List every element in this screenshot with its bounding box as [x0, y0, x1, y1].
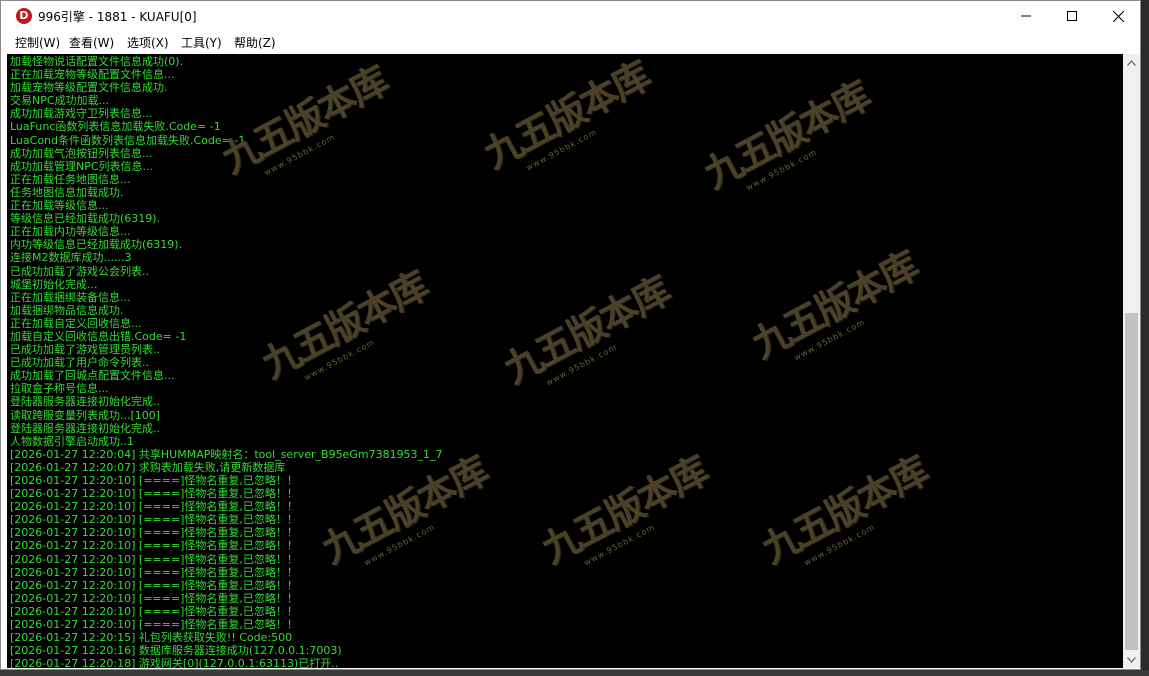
log-line: 城堡初始化完成... [10, 277, 98, 291]
scroll-up-button[interactable] [1123, 54, 1140, 71]
log-line: 连接M2数据库成功......3 [10, 251, 132, 265]
watermark: 九五版本库 www.95bbk.com [754, 447, 935, 572]
window-title: 996引擎 - 1881 - KUAFU[0] [38, 10, 197, 24]
log-line: 正在加载等级信息... [10, 199, 109, 213]
log-line: 读取跨服变量列表成功...[100] [10, 408, 161, 422]
log-line: 正在加载宠物等级配置文件信息... [10, 68, 175, 82]
menu-control[interactable]: 控制(W) [15, 34, 60, 51]
menu-tools[interactable]: 工具(Y) [181, 34, 222, 51]
watermark: 九五版本库 www.95bbk.com [696, 72, 877, 197]
maximize-icon [1067, 11, 1077, 21]
close-icon [1112, 10, 1124, 22]
log-line: 登陆器服务器连接初始化完成.. [10, 421, 160, 435]
app-logo-icon[interactable]: D [16, 8, 32, 24]
log-line: 任务地图信息加载成功. [10, 185, 124, 199]
app-window: D 996引擎 - 1881 - KUAFU[0] 控制(W) 查看(W) 选项… [0, 0, 1141, 670]
close-button[interactable] [1095, 1, 1141, 31]
log-line: [2026-01-27 12:20:10] [====]怪物名重复,已忽略！！ [10, 591, 298, 605]
log-line: 正在加载自定义回收信息... [10, 316, 142, 330]
minimize-button[interactable] [1003, 1, 1049, 31]
log-line: 交易NPC成功加载... [10, 94, 110, 108]
scroll-thumb[interactable] [1125, 313, 1138, 650]
log-line: [2026-01-27 12:20:10] [====]怪物名重复,已忽略！！ [10, 526, 298, 540]
log-line: [2026-01-27 12:20:07] 求购表加载失败,请更新数据库 [10, 460, 286, 474]
log-line: 拉取盒子称号信息... [10, 382, 109, 396]
menu-options[interactable]: 选项(X) [127, 34, 169, 51]
log-line: 已成功加载了游戏管理员列表.. [10, 343, 160, 357]
log-line: [2026-01-27 12:20:10] [====]怪物名重复,已忽略！！ [10, 565, 298, 579]
desktop-background [0, 670, 1149, 676]
chevron-up-icon [1127, 59, 1136, 66]
watermark: 九五版本库 www.95bbk.com [496, 267, 677, 392]
log-line: 加载自定义回收信息出错.Code= -1 [10, 329, 187, 343]
log-line: 内功等级信息已经加载成功(6319). [10, 238, 183, 252]
log-line: [2026-01-27 12:20:10] [====]怪物名重复,已忽略！！ [10, 618, 298, 632]
menu-help[interactable]: 帮助(Z) [234, 34, 276, 51]
menu-bar: 控制(W) 查看(W) 选项(X) 工具(Y) 帮助(Z) [1, 31, 1140, 53]
log-list: 加载怪物说话配置文件信息成功(0). 正在加载宠物等级配置文件信息... 加载宠物等… [10, 55, 443, 668]
log-line: 正在加载捆绑装备信息... [10, 290, 131, 304]
log-line: 已成功加载了游戏公会列表.. [10, 264, 149, 278]
log-line: 加载怪物说话配置文件信息成功(0). [10, 55, 184, 68]
watermark: 九五版本库 www.95bbk.com [476, 54, 657, 177]
log-line: [2026-01-27 12:20:10] [====]怪物名重复,已忽略！！ [10, 513, 298, 527]
chevron-down-icon [1127, 656, 1136, 663]
watermark: 九五版本库 www.95bbk.com [534, 447, 715, 572]
log-line: [2026-01-27 12:20:10] [====]怪物名重复,已忽略！！ [10, 539, 298, 553]
watermark: 九五版本库 www.95bbk.com [744, 242, 925, 367]
log-line: [2026-01-27 12:20:18] 游戏网关[0](127.0.0.1:… [10, 657, 339, 668]
log-line: [2026-01-27 12:20:10] [====]怪物名重复,已忽略！！ [10, 552, 298, 566]
log-line: 加载宠物等级配置文件信息成功. [10, 81, 168, 95]
vertical-scrollbar[interactable] [1123, 54, 1140, 668]
log-line: 已成功加载了用户命令列表.. [10, 356, 149, 370]
menu-view[interactable]: 查看(W) [69, 34, 114, 51]
minimize-icon [1021, 15, 1031, 17]
log-line: 成功加载气泡按钮列表信息... [10, 146, 153, 160]
log-line: 人物数据引擎启动成功..1 [10, 434, 134, 448]
log-line: LuaCond条件函数列表信息加载失败.Code= -1 [10, 133, 246, 147]
log-line: [2026-01-27 12:20:10] [====]怪物名重复,已忽略！！ [10, 604, 298, 618]
log-line: 正在加载任务地图信息... [10, 172, 131, 186]
maximize-button[interactable] [1049, 1, 1095, 31]
title-bar[interactable]: D 996引擎 - 1881 - KUAFU[0] [1, 1, 1140, 31]
log-line: 登陆器服务器连接初始化完成.. [10, 395, 160, 409]
log-line: 正在加载内功等级信息... [10, 225, 131, 239]
log-line: 加载捆绑物品信息成功. [10, 303, 124, 317]
log-line: [2026-01-27 12:20:10] [====]怪物名重复,已忽略！！ [10, 500, 298, 514]
log-console[interactable]: 加载怪物说话配置文件信息成功(0). 正在加载宠物等级配置文件信息... 加载宠物等… [7, 54, 1123, 668]
log-line: 成功加载了回城点配置文件信息... [10, 369, 175, 383]
scroll-down-button[interactable] [1123, 651, 1140, 668]
log-line: 成功加载管理NPC列表信息... [10, 159, 154, 173]
log-line: 成功加载游戏守卫列表信息... [10, 107, 153, 121]
desktop-background [1141, 0, 1149, 676]
log-line: [2026-01-27 12:20:10] [====]怪物名重复,已忽略！！ [10, 578, 298, 592]
log-line: LuaFunc函数列表信息加载失败.Code= -1 [10, 120, 221, 134]
log-line: [2026-01-27 12:20:10] [====]怪物名重复,已忽略！！ [10, 487, 298, 501]
log-line: [2026-01-27 12:20:04] 共享HUMMAP映射名：tool_s… [10, 447, 443, 461]
log-line: [2026-01-27 12:20:16] 数据库服务器连接成功(127.0.0… [10, 644, 342, 658]
log-line: [2026-01-27 12:20:15] 礼包列表获取失败!! Code:50… [10, 631, 293, 645]
log-line: [2026-01-27 12:20:10] [====]怪物名重复,已忽略！！ [10, 474, 298, 487]
log-line: 等级信息已经加载成功(6319). [10, 212, 161, 226]
